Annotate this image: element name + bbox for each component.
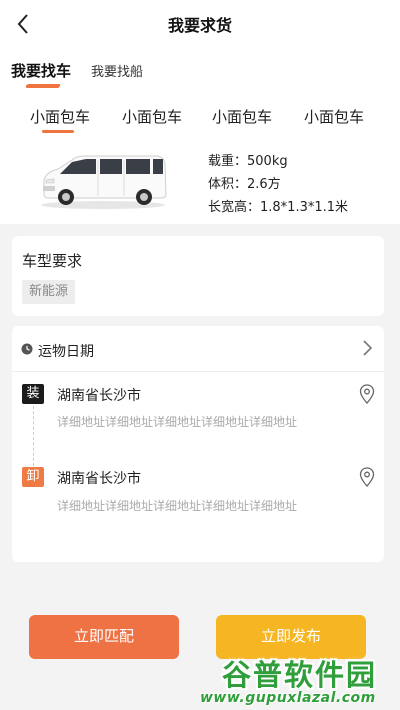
vehicle-tab-2[interactable]: 小面包车 <box>122 106 182 127</box>
vehicle-tab-1[interactable]: 小面包车 <box>30 106 90 127</box>
back-button[interactable] <box>10 10 36 38</box>
vehicle-requirements-card: 车型要求 新能源 <box>12 236 384 316</box>
tab-find-ship[interactable]: 我要找船 <box>91 61 143 80</box>
load-address-input[interactable]: 详细地址详细地址详细地址详细地址详细地址 <box>57 413 297 430</box>
shipping-date-label: 运物日期 <box>38 344 94 360</box>
chevron-right-icon <box>363 340 373 356</box>
vehicle-tab-3[interactable]: 小面包车 <box>212 106 272 127</box>
load-badge: 装 <box>22 384 44 404</box>
vehicle-tab-indicator <box>42 130 74 133</box>
shipping-date-row[interactable]: 运物日期 <box>12 326 384 372</box>
spec-dimensions: 长宽高：1.8*1.3*1.1米 <box>208 200 349 215</box>
tab-find-truck[interactable]: 我要找车 <box>11 60 71 81</box>
van-image <box>41 155 167 209</box>
active-tab-indicator <box>25 84 61 88</box>
app-header: 我要求货 <box>0 0 400 48</box>
spec-volume: 体积：2.6方 <box>208 177 281 192</box>
requirements-title: 车型要求 <box>22 252 83 270</box>
location-pin-icon[interactable] <box>359 467 375 487</box>
clock-icon <box>21 343 33 355</box>
unload-address-input[interactable]: 详细地址详细地址详细地址详细地址详细地址 <box>57 497 297 514</box>
unload-badge: 卸 <box>22 467 44 487</box>
route-connector <box>33 406 34 466</box>
vehicle-panel: 小面包车 小面包车 小面包车 小面包车 载重：500kg 体积：2.6方 长宽高… <box>0 92 400 224</box>
watermark-url: www.gupuxlazal.com <box>200 690 376 706</box>
unload-city[interactable]: 湖南省长沙市 <box>57 468 141 488</box>
watermark-name: 谷普软件园 <box>222 658 378 692</box>
spec-load: 载重：500kg <box>208 154 288 169</box>
new-energy-chip[interactable]: 新能源 <box>22 280 76 304</box>
location-pin-icon[interactable] <box>359 384 375 404</box>
match-now-button[interactable]: 立即匹配 <box>29 615 179 659</box>
watermark: 谷普软件园 www.gupuxlazal.com <box>200 650 400 710</box>
vehicle-tab-4[interactable]: 小面包车 <box>304 106 364 127</box>
chevron-left-icon <box>17 14 28 34</box>
route-card: 运物日期 装 湖南省长沙市 详细地址详细地址详细地址详细地址详细地址 卸 湖南省… <box>12 326 384 562</box>
mode-tabs: 我要找车 我要找船 <box>0 48 400 92</box>
load-city[interactable]: 湖南省长沙市 <box>57 385 141 405</box>
page-title: 我要求货 <box>167 16 232 35</box>
